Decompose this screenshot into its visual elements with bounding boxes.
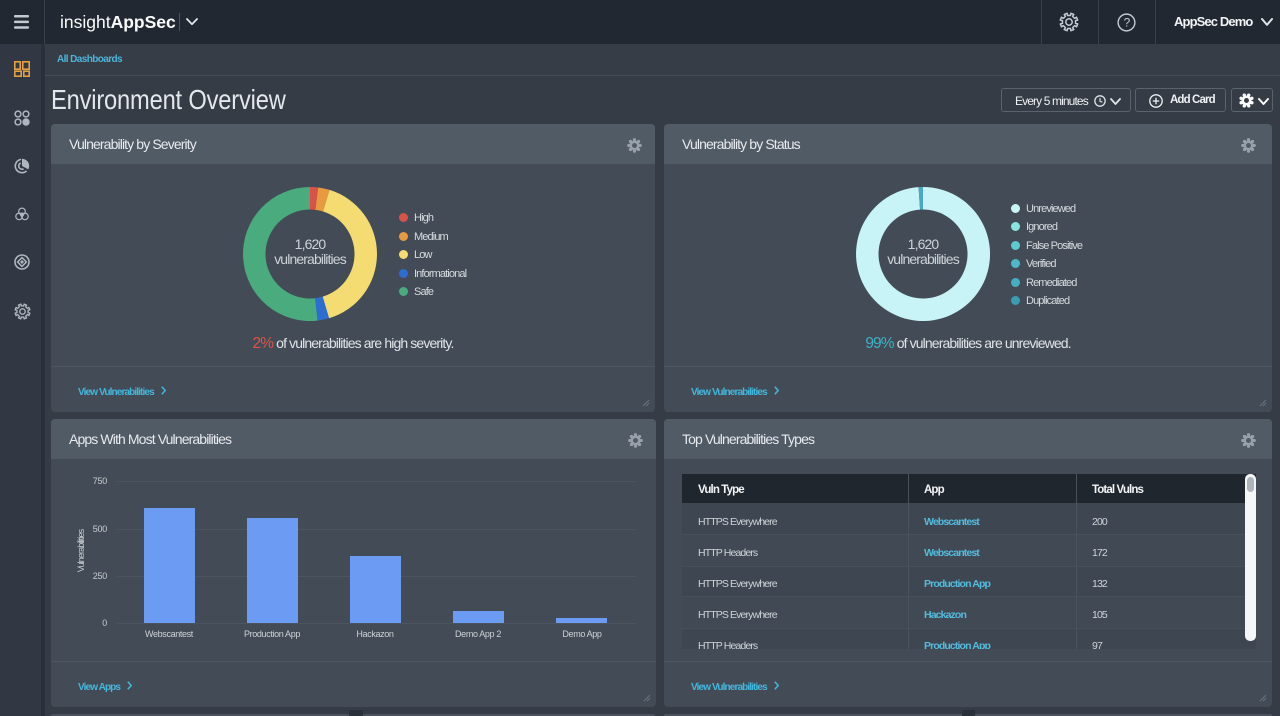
svg-text:?: ?	[1124, 16, 1131, 30]
